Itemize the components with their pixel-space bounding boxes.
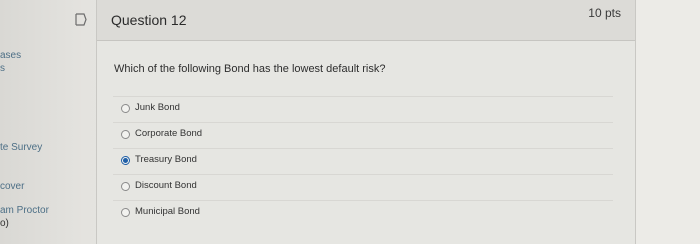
sidebar-item-extra[interactable]: o) [0,218,9,229]
radio-button[interactable] [121,104,130,113]
answer-label: Municipal Bond [135,206,200,217]
answer-option-treasury-bond[interactable]: Treasury Bond [113,148,613,175]
question-points: 10 pts [588,6,621,20]
answer-label: Junk Bond [135,102,180,113]
answer-label: Corporate Bond [135,128,203,139]
sidebar-item-s[interactable]: s [0,63,5,74]
sidebar-item-cases[interactable]: ases [0,50,21,61]
answer-option-municipal-bond[interactable]: Municipal Bond [113,200,613,227]
radio-button-selected[interactable] [121,156,130,165]
answer-option-junk-bond[interactable]: Junk Bond [113,96,613,123]
flag-icon[interactable] [75,13,87,26]
radio-button[interactable] [121,130,130,139]
radio-button[interactable] [121,208,130,217]
question-card: Question 12 10 pts Which of the followin… [75,0,636,244]
sidebar-item-exam-proctor[interactable]: am Proctor [0,205,49,216]
answer-option-discount-bond[interactable]: Discount Bond [113,174,613,201]
answer-label: Discount Bond [135,180,197,191]
answer-label: Treasury Bond [135,154,197,165]
course-nav-sidebar: ases s te Survey cover am Proctor o) [0,0,82,244]
radio-button[interactable] [121,182,130,191]
sidebar-item-survey[interactable]: te Survey [0,142,42,153]
question-title: Question 12 [111,12,187,28]
sidebar-item-cover[interactable]: cover [0,181,24,192]
answer-option-corporate-bond[interactable]: Corporate Bond [113,122,613,149]
question-header: Question 12 10 pts [75,0,635,41]
question-text: Which of the following Bond has the lowe… [114,63,386,75]
